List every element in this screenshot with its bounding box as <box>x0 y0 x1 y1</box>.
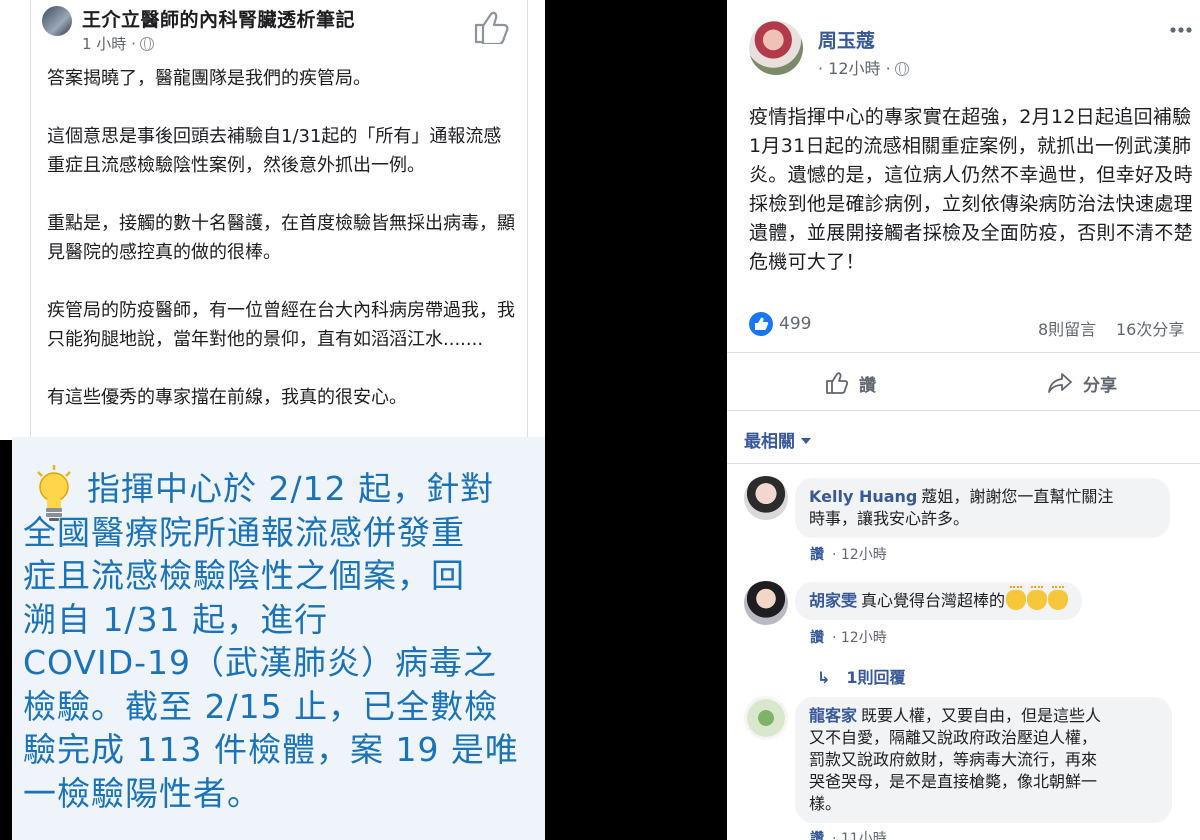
caret-down-icon <box>801 438 811 444</box>
comment-text: 哭爸哭母，是不是直接槍斃，像北朝鮮一 <box>809 772 1098 791</box>
avatar[interactable] <box>744 696 788 740</box>
post-paragraph: 重點是，接觸的數十名醫護，在首度檢驗皆無採出病毒，顯見醫院的感控真的做的很棒。 <box>47 213 515 263</box>
divider <box>727 463 1200 464</box>
comment-bubble: 龍客家 既要人權，又要自由，但是這些人 又不自愛，隔離又說政府政治壓迫人權， 罰款… <box>795 697 1172 823</box>
like-button-label: 讚 <box>859 375 876 396</box>
notice-line: 全國醫療院所通報流感併發重 <box>23 512 465 552</box>
post-author[interactable]: 王介立醫師的內科腎臟透析筆記 <box>82 5 355 32</box>
globe-icon <box>894 62 909 76</box>
comment-meta: 讚 · 12小時 <box>810 544 887 564</box>
comment-author[interactable]: 胡家雯 <box>809 591 857 610</box>
notice-line: 溯自 1/31 起，進行 <box>23 599 329 639</box>
post-paragraph: 這個意思是事後回頭去補驗自1/31起的「所有」通報流感重症且流感檢驗陰性案例，然… <box>47 126 502 176</box>
clapping-hands-emoji <box>1006 586 1027 610</box>
notice-text: 指揮中心於 2/12 起，針對 全國醫療院所通報流感併發重 症且流感檢驗陰性之個… <box>23 467 538 815</box>
comment-count[interactable]: 8則留言 <box>1038 316 1096 340</box>
divider <box>727 410 1200 411</box>
comment-text: 又不自愛，隔離又說政府政治壓迫人權， <box>809 728 1098 747</box>
comment-bubble: Kelly Huang 蔻姐，謝謝您一直幫忙關注 時事，讓我安心許多。 <box>795 478 1170 538</box>
avatar[interactable] <box>744 476 788 520</box>
comment-author[interactable]: 龍客家 <box>809 706 857 725</box>
share-arrow-icon <box>1048 373 1072 393</box>
like-reaction-icon[interactable] <box>749 312 773 336</box>
comment-time[interactable]: · 12小時 <box>832 630 887 646</box>
comment-text: 真心覺得台灣超棒的 <box>861 591 1006 610</box>
post-body: 答案揭曉了，醫龍團隊是我們的疾管局。 這個意思是事後回頭去補驗自1/31起的「所… <box>47 64 517 441</box>
comment-text: 既要人權，又要自由，但是這些人 <box>861 706 1102 725</box>
thumbs-up-icon[interactable] <box>473 10 509 44</box>
comment-meta: 讚 · 12小時 <box>810 627 887 647</box>
notice-line: COVID-19（武漢肺炎）病毒之 <box>23 643 498 682</box>
notice-screenshot: 指揮中心於 2/12 起，針對 全國醫療院所通報流感併發重 症且流感檢驗陰性之個… <box>12 437 545 840</box>
timestamp-text[interactable]: 1 小時 · <box>82 35 136 53</box>
timestamp-text[interactable]: · 12小時 · <box>818 59 891 78</box>
reply-arrow-icon: ↳ <box>817 668 831 687</box>
thumbs-up-icon <box>826 372 849 394</box>
like-button[interactable]: 讚 <box>825 368 876 398</box>
post-paragraph: 答案揭曉了，醫龍團隊是我們的疾管局。 <box>47 68 371 89</box>
more-options-icon[interactable] <box>1170 27 1192 33</box>
post-body: 疫情指揮中心的專家實在超強，2月12日起追回補驗1月31日起的流感相關重症案例，… <box>749 106 1193 273</box>
notice-line: 檢驗。截至 2/15 止，已全數檢 <box>23 686 499 726</box>
clapping-hands-emoji <box>1027 586 1048 610</box>
comment-time[interactable]: · 12小時 <box>832 547 887 563</box>
notice-line: 驗完成 113 件檢體，案 19 是唯 <box>23 730 519 769</box>
notice-line: 症且流感檢驗陰性之個案，回 <box>23 556 465 595</box>
comment-time[interactable]: · 11小時 <box>832 831 887 840</box>
post-timestamp: 1 小時 · <box>82 33 154 54</box>
like-count[interactable]: 499 <box>779 314 811 334</box>
comment-sort-dropdown[interactable]: 最相關 <box>744 427 811 452</box>
avatar[interactable] <box>749 21 803 75</box>
notice-line: 指揮中心於 2/12 起，針對 <box>87 469 495 508</box>
avatar[interactable] <box>42 6 72 36</box>
share-button-label: 分享 <box>1083 375 1117 396</box>
right-post-screenshot: 周玉蔻 · 12小時 · 疫情指揮中心的專家實在超強，2月12日起追回補驗1月3… <box>727 0 1200 840</box>
sort-label: 最相關 <box>744 432 795 452</box>
post-paragraph: 有這些優秀的專家擋在前線，我真的很安心。 <box>47 387 407 408</box>
divider <box>727 352 1200 353</box>
clapping-hands-emoji <box>1048 586 1069 610</box>
post-paragraph: 疾管局的防疫醫師，有一位曾經在台大內科病房帶過我，我只能狗腿地說，當年對他的景仰… <box>47 300 515 350</box>
comment-like-link[interactable]: 讚 <box>810 547 824 563</box>
comment-like-link[interactable]: 讚 <box>810 831 824 840</box>
view-replies-link[interactable]: ↳ 1則回覆 <box>817 664 906 688</box>
comment-text: 樣。 <box>809 794 842 813</box>
post-timestamp: · 12小時 · <box>818 55 909 79</box>
comment-text: 時事，讓我安心許多。 <box>809 509 970 528</box>
comment-text: 罰款又說政府斂財，等病毒大流行，再來 <box>809 750 1098 769</box>
share-count[interactable]: 16次分享 <box>1116 316 1184 340</box>
comment-like-link[interactable]: 讚 <box>810 630 824 646</box>
notice-line: 一檢驗陽性者。 <box>23 773 261 813</box>
reply-count: 1則回覆 <box>846 668 906 687</box>
avatar[interactable] <box>744 581 788 625</box>
post-author[interactable]: 周玉蔻 <box>818 26 875 53</box>
comment-bubble: 胡家雯 真心覺得台灣超棒的 <box>795 582 1083 620</box>
comment-text: 蔻姐，謝謝您一直幫忙關注 <box>921 487 1114 506</box>
comment-author[interactable]: Kelly Huang <box>809 487 917 506</box>
share-button[interactable]: 分享 <box>1047 368 1117 398</box>
globe-icon <box>139 37 154 51</box>
comment-meta: 讚 · 11小時 <box>810 828 887 840</box>
left-post-screenshot: 王介立醫師的內科腎臟透析筆記 1 小時 · 答案揭曉了，醫龍團隊是我們的疾管局。… <box>0 0 545 440</box>
